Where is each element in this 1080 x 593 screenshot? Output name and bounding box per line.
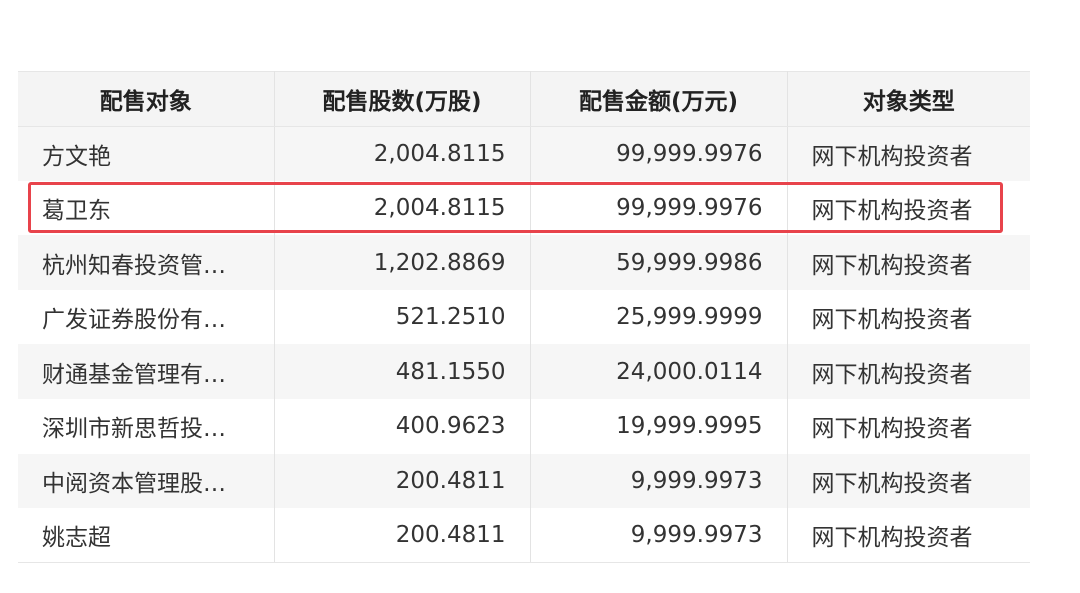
cell-shares: 200.4811	[274, 508, 531, 564]
cell-name: 葛卫东	[18, 180, 275, 236]
allocation-table-container: 配售对象 配售股数(万股) 配售金额(万元) 对象类型 方文艳 2,004.81…	[18, 71, 1030, 564]
table-row[interactable]: 中阅资本管理股… 200.4811 9,999.9973 网下机构投资者	[18, 453, 1030, 509]
header-allocation-target[interactable]: 配售对象	[18, 71, 275, 127]
header-target-type[interactable]: 对象类型	[787, 71, 1030, 127]
table-row[interactable]: 广发证券股份有… 521.2510 25,999.9999 网下机构投资者	[18, 289, 1030, 345]
cell-name: 深圳市新思哲投…	[18, 399, 275, 454]
cell-shares: 481.1550	[274, 344, 531, 400]
cell-name: 杭州知春投资管…	[18, 235, 275, 290]
cell-type: 网下机构投资者	[787, 126, 1030, 181]
cell-shares: 200.4811	[274, 453, 531, 509]
cell-type: 网下机构投资者	[787, 508, 1030, 564]
table-row[interactable]: 财通基金管理有… 481.1550 24,000.0114 网下机构投资者	[18, 344, 1030, 400]
cell-name: 广发证券股份有…	[18, 289, 275, 345]
cell-type: 网下机构投资者	[787, 235, 1030, 290]
table-row[interactable]: 深圳市新思哲投… 400.9623 19,999.9995 网下机构投资者	[18, 399, 1030, 454]
cell-amount: 19,999.9995	[530, 399, 788, 454]
cell-amount: 99,999.9976	[530, 126, 788, 181]
cell-type: 网下机构投资者	[787, 399, 1030, 454]
cell-amount: 59,999.9986	[530, 235, 788, 290]
cell-amount: 24,000.0114	[530, 344, 788, 400]
table-row[interactable]: 杭州知春投资管… 1,202.8869 59,999.9986 网下机构投资者	[18, 235, 1030, 290]
cell-shares: 2,004.8115	[274, 126, 531, 181]
cell-type: 网下机构投资者	[787, 344, 1030, 400]
cell-amount: 9,999.9973	[530, 453, 788, 509]
cell-amount: 9,999.9973	[530, 508, 788, 564]
cell-name: 中阅资本管理股…	[18, 453, 275, 509]
cell-name: 财通基金管理有…	[18, 344, 275, 400]
cell-shares: 521.2510	[274, 289, 531, 345]
cell-type: 网下机构投资者	[787, 180, 1030, 236]
table-row[interactable]: 方文艳 2,004.8115 99,999.9976 网下机构投资者	[18, 126, 1030, 181]
table-header-row: 配售对象 配售股数(万股) 配售金额(万元) 对象类型	[18, 71, 1030, 127]
cell-type: 网下机构投资者	[787, 289, 1030, 345]
cell-name: 姚志超	[18, 508, 275, 564]
table-row[interactable]: 姚志超 200.4811 9,999.9973 网下机构投资者	[18, 508, 1030, 564]
cell-shares: 400.9623	[274, 399, 531, 454]
header-allocation-amount[interactable]: 配售金额(万元)	[530, 71, 788, 127]
allocation-table: 配售对象 配售股数(万股) 配售金额(万元) 对象类型 方文艳 2,004.81…	[18, 71, 1030, 564]
table-row-highlighted[interactable]: 葛卫东 2,004.8115 99,999.9976 网下机构投资者	[18, 180, 1030, 236]
cell-name: 方文艳	[18, 126, 275, 181]
cell-amount: 25,999.9999	[530, 289, 788, 345]
cell-shares: 1,202.8869	[274, 235, 531, 290]
header-allocation-shares[interactable]: 配售股数(万股)	[274, 71, 531, 127]
cell-type: 网下机构投资者	[787, 453, 1030, 509]
cell-amount: 99,999.9976	[530, 180, 788, 236]
cell-shares: 2,004.8115	[274, 180, 531, 236]
